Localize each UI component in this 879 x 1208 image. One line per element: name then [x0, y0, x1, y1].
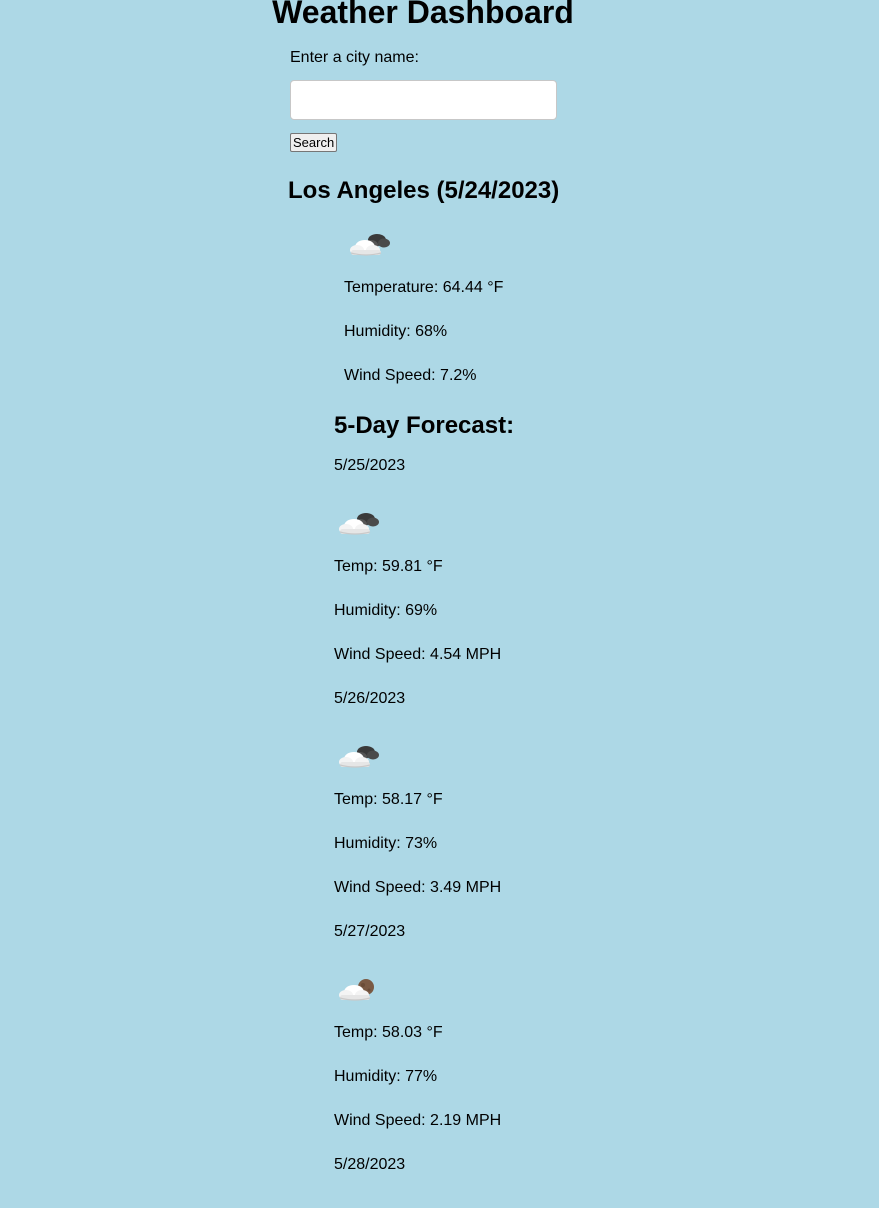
forecast-date: 5/26/2023 [334, 690, 406, 707]
search-button[interactable]: Search [290, 133, 338, 152]
forecast-humidity: Humidity: 69% [334, 602, 438, 619]
search-label: Enter a city name: [290, 49, 419, 66]
city-search-input[interactable] [290, 80, 557, 120]
forecast-temp: Temp: 59.81 °F [334, 558, 443, 575]
cloudy-night-icon [335, 738, 383, 772]
current-temperature: Temperature: 64.44 °F [344, 279, 504, 296]
current-humidity: Humidity: 68% [344, 323, 448, 340]
cloudy-night-icon [346, 226, 394, 260]
forecast-humidity: Humidity: 73% [334, 835, 438, 852]
city-heading: Los Angeles (5/24/2023) [288, 177, 560, 204]
forecast-wind-speed: Wind Speed: 3.49 MPH [334, 879, 502, 896]
forecast-date: 5/25/2023 [334, 457, 406, 474]
forecast-heading: 5-Day Forecast: [334, 412, 515, 439]
page-title: Weather Dashboard [272, 0, 574, 30]
forecast-humidity: Humidity: 77% [334, 1068, 438, 1085]
forecast-wind-speed: Wind Speed: 4.54 MPH [334, 646, 502, 663]
partly-cloudy-night-icon [335, 971, 383, 1005]
forecast-date: 5/27/2023 [334, 923, 406, 940]
current-wind-speed: Wind Speed: 7.2% [344, 367, 477, 384]
forecast-temp: Temp: 58.17 °F [334, 791, 443, 808]
cloudy-night-icon [335, 505, 383, 539]
forecast-wind-speed: Wind Speed: 2.19 MPH [334, 1112, 502, 1129]
forecast-date: 5/28/2023 [334, 1156, 406, 1173]
forecast-temp: Temp: 58.03 °F [334, 1024, 443, 1041]
